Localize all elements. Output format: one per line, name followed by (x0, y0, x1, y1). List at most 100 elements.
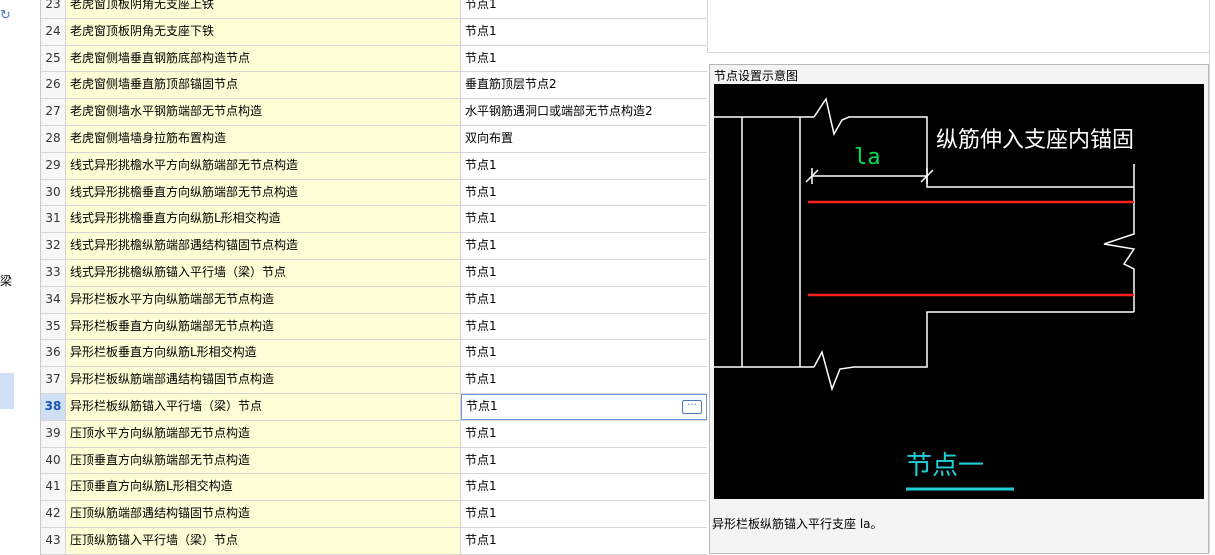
refresh-icon[interactable]: ↻ (0, 8, 11, 23)
diagram-title: 节点设置示意图 (714, 69, 799, 83)
property-name: 异形栏板纵筋锚入平行墙（梁）节点 (66, 393, 461, 420)
property-name: 压顶垂直方向纵筋L形相交构造 (66, 474, 461, 501)
row-number[interactable]: 23 (41, 0, 66, 18)
property-name: 线式异形挑檐垂直方向纵筋端部无节点构造 (66, 179, 461, 206)
row-number[interactable]: 30 (41, 179, 66, 206)
row-number[interactable]: 39 (41, 420, 66, 447)
property-name: 异形栏板垂直方向纵筋L形相交构造 (66, 340, 461, 367)
table-row[interactable]: 23 老虎窗顶板阴角无支座上铁 节点1 (41, 0, 707, 19)
table-row[interactable]: 34 异形栏板水平方向纵筋端部无节点构造 节点1 (41, 286, 707, 314)
row-number[interactable]: 40 (41, 447, 66, 474)
row-number[interactable]: 32 (41, 233, 66, 259)
table-row[interactable]: 37 异形栏板纵筋端部遇结构锚固节点构造 节点1 (41, 367, 707, 394)
upper-panel (707, 0, 1211, 53)
row-number[interactable]: 38 (41, 393, 66, 420)
property-value[interactable]: 节点1 (461, 0, 707, 18)
diagram-node-label: 节点一 (906, 451, 984, 481)
property-name: 老虎窗侧墙水平钢筋端部无节点构造 (66, 99, 461, 125)
row-number[interactable]: 28 (41, 125, 66, 152)
table-row[interactable]: 33 线式异形挑檐纵筋锚入平行墙（梁）节点 节点1 (41, 259, 707, 287)
tree-selection-highlight (0, 373, 14, 409)
property-value[interactable]: 节点1 (461, 152, 707, 179)
table-row[interactable]: 35 异形栏板垂直方向纵筋端部无节点构造 节点1 (41, 313, 707, 341)
table-row[interactable]: 40 压顶垂直方向纵筋端部无节点构造 节点1 (41, 447, 707, 475)
table-row[interactable]: 39 压顶水平方向纵筋端部无节点构造 节点1 (41, 420, 707, 448)
table-row[interactable]: 30 线式异形挑檐垂直方向纵筋端部无节点构造 节点1 (41, 179, 707, 207)
property-value[interactable]: 节点1 (461, 447, 707, 474)
property-value[interactable]: 节点1 (461, 420, 707, 447)
property-value-editor[interactable]: 节点1 ··· (461, 393, 707, 420)
table-row[interactable]: 36 异形栏板垂直方向纵筋L形相交构造 节点1 (41, 340, 707, 368)
property-name: 老虎窗顶板阴角无支座下铁 (66, 18, 461, 45)
property-value[interactable]: 双向布置 (461, 125, 707, 152)
property-value[interactable]: 节点1 (461, 501, 707, 527)
property-value[interactable]: 节点1 (461, 206, 707, 233)
row-number[interactable]: 36 (41, 340, 66, 367)
ellipsis-icon[interactable]: ··· (682, 399, 702, 414)
table-row[interactable]: 32 线式异形挑檐纵筋端部遇结构锚固节点构造 节点1 (41, 233, 707, 260)
property-value[interactable]: 节点1 (461, 340, 707, 367)
table-row[interactable]: 38 异形栏板纵筋锚入平行墙（梁）节点 节点1 ··· (41, 393, 707, 421)
properties-table: 23 老虎窗顶板阴角无支座上铁 节点1 24 老虎窗顶板阴角无支座下铁 节点1 25 老虎窗侧… (40, 0, 707, 555)
row-number[interactable]: 35 (41, 313, 66, 340)
table-row[interactable]: 27 老虎窗侧墙水平钢筋端部无节点构造 水平钢筋遇洞口或端部无节点构造2 (41, 99, 707, 126)
table-row[interactable]: 41 压顶垂直方向纵筋L形相交构造 节点1 (41, 474, 707, 502)
property-value[interactable]: 节点1 (461, 286, 707, 313)
right-edge (1209, 0, 1215, 552)
table-row[interactable]: 29 线式异形挑檐水平方向纵筋端部无节点构造 节点1 (41, 152, 707, 180)
tree-item-beam[interactable]: 梁 (0, 272, 12, 289)
row-number[interactable]: 25 (41, 45, 66, 72)
property-value[interactable]: 节点1 (461, 45, 707, 72)
row-number[interactable]: 33 (41, 259, 66, 286)
table-row[interactable]: 24 老虎窗顶板阴角无支座下铁 节点1 (41, 18, 707, 46)
property-name: 异形栏板水平方向纵筋端部无节点构造 (66, 286, 461, 313)
property-name: 老虎窗侧墙墙身拉筋布置构造 (66, 125, 461, 152)
diagram-label-anchor: 纵筋伸入支座内锚固 (936, 128, 1134, 153)
node-diagram-panel: 节点设置示意图 la 纵筋伸入支座内锚固 节点一 异形栏板纵筋锚入平行支座 la… (709, 64, 1209, 554)
row-number[interactable]: 37 (41, 367, 66, 393)
diagram-description: 异形栏板纵筋锚入平行支座 la。 (712, 517, 883, 531)
row-number[interactable]: 41 (41, 474, 66, 501)
row-number[interactable]: 26 (41, 72, 66, 99)
table-row[interactable]: 42 压顶纵筋端部遇结构锚固节点构造 节点1 (41, 501, 707, 528)
property-value[interactable]: 垂直筋顶层节点2 (461, 72, 707, 99)
table-row[interactable]: 28 老虎窗侧墙墙身拉筋布置构造 双向布置 (41, 125, 707, 153)
property-value[interactable]: 节点1 (461, 527, 707, 554)
diagram-label-la: la (854, 145, 881, 170)
row-number[interactable]: 34 (41, 286, 66, 313)
node-diagram: la 纵筋伸入支座内锚固 节点一 (714, 84, 1204, 499)
table-row[interactable]: 43 压顶纵筋锚入平行墙（梁）节点 节点1 (41, 527, 707, 555)
property-name: 老虎窗侧墙垂直筋顶部锚固节点 (66, 72, 461, 99)
property-name: 压顶纵筋端部遇结构锚固节点构造 (66, 501, 461, 527)
property-name: 压顶纵筋锚入平行墙（梁）节点 (66, 527, 461, 554)
property-name: 压顶水平方向纵筋端部无节点构造 (66, 420, 461, 447)
row-number[interactable]: 24 (41, 18, 66, 45)
property-name: 线式异形挑檐纵筋端部遇结构锚固节点构造 (66, 233, 461, 259)
table-row[interactable]: 31 线式异形挑檐垂直方向纵筋L形相交构造 节点1 (41, 206, 707, 234)
property-value[interactable]: 节点1 (461, 259, 707, 286)
property-value[interactable]: 节点1 (461, 474, 707, 501)
property-name: 线式异形挑檐纵筋锚入平行墙（梁）节点 (66, 259, 461, 286)
row-number[interactable]: 27 (41, 99, 66, 125)
property-name: 异形栏板垂直方向纵筋端部无节点构造 (66, 313, 461, 340)
property-name: 老虎窗侧墙垂直钢筋底部构造节点 (66, 45, 461, 72)
property-value[interactable]: 节点1 (461, 18, 707, 45)
property-name: 异形栏板纵筋端部遇结构锚固节点构造 (66, 367, 461, 393)
property-name: 线式异形挑檐垂直方向纵筋L形相交构造 (66, 206, 461, 233)
row-number[interactable]: 29 (41, 152, 66, 179)
property-name: 压顶垂直方向纵筋端部无节点构造 (66, 447, 461, 474)
property-value[interactable]: 节点1 (461, 179, 707, 206)
row-number[interactable]: 43 (41, 527, 66, 554)
row-number[interactable]: 42 (41, 501, 66, 527)
row-number[interactable]: 31 (41, 206, 66, 233)
left-strip: ↻ 梁 (0, 0, 40, 552)
property-value[interactable]: 节点1 (461, 313, 707, 340)
property-value[interactable]: 节点1 (461, 233, 707, 259)
property-value[interactable]: 节点1 (461, 367, 707, 393)
table-row[interactable]: 26 老虎窗侧墙垂直筋顶部锚固节点 垂直筋顶层节点2 (41, 72, 707, 100)
property-value[interactable]: 水平钢筋遇洞口或端部无节点构造2 (461, 99, 707, 125)
property-name: 线式异形挑檐水平方向纵筋端部无节点构造 (66, 152, 461, 179)
property-name: 老虎窗顶板阴角无支座上铁 (66, 0, 461, 18)
property-value[interactable]: 节点1 (466, 395, 498, 419)
table-row[interactable]: 25 老虎窗侧墙垂直钢筋底部构造节点 节点1 (41, 45, 707, 73)
